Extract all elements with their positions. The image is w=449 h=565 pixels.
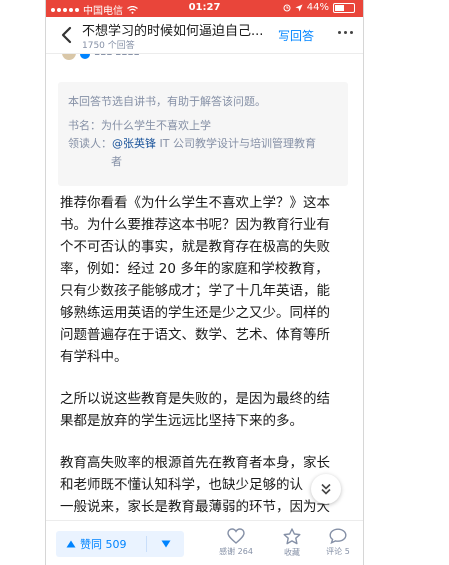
text-line: 够熟练运用英语的学生还是少之又少。同样的 bbox=[60, 305, 330, 321]
thanks-button[interactable]: 感谢 264 bbox=[216, 528, 256, 557]
downvote-button[interactable] bbox=[152, 531, 180, 557]
text-line: 率，例如：经过 20 多年的家庭和学校教育， bbox=[60, 261, 329, 277]
bottom-action-bar: 赞同 509 感谢 264 收藏 评论 5 bbox=[46, 520, 363, 565]
back-arrow-icon[interactable] bbox=[60, 26, 74, 44]
text-line: 推荐你看看《为什么学生不喜欢上学？》这本 bbox=[60, 195, 330, 211]
heart-icon bbox=[227, 528, 245, 544]
upvote-label: 赞同 509 bbox=[80, 538, 127, 551]
scroll-down-button[interactable] bbox=[311, 474, 341, 504]
excerpt-intro: 本回答节选自讲书，有助于解答该问题。 bbox=[68, 95, 266, 108]
status-bar: 中国电信 01:27 44% bbox=[46, 0, 363, 17]
battery-percent: 44% bbox=[306, 2, 329, 13]
paragraph-1: 推荐你看看《为什么学生不喜欢上学？》这本 书。为什么要推荐这本书呢？因为教育行业… bbox=[60, 192, 355, 368]
answer-content: 推荐你看看《为什么学生不喜欢上学？》这本 书。为什么要推荐这本书呢？因为教育行业… bbox=[60, 192, 355, 518]
text-line: 问题普遍存在于语文、数学、艺术、体育等所 bbox=[60, 327, 330, 343]
triangle-up-icon bbox=[66, 540, 76, 548]
battery-fill bbox=[335, 4, 344, 11]
more-options-icon[interactable] bbox=[338, 31, 353, 34]
text-line: 只有少数孩子能够成才；学了十几年英语，能 bbox=[60, 283, 330, 299]
battery-icon bbox=[333, 2, 355, 13]
triangle-down-icon bbox=[161, 540, 171, 548]
nav-bar: 不想学习的时候如何逼迫自己... 1750 个回答 写回答 bbox=[46, 17, 363, 54]
text-line: 个不可否认的事实，就是教育存在极高的失败 bbox=[60, 239, 330, 255]
answer-count: 1750 个回答 bbox=[82, 41, 135, 51]
status-right: 44% bbox=[283, 2, 355, 13]
thanks-label: 感谢 264 bbox=[219, 547, 253, 556]
text-line: 之所以说这些教育是失败的，是因为最终的结 bbox=[60, 391, 330, 407]
author-info-cropped: ▪▪▪ ▪▪▪▪ bbox=[94, 54, 140, 58]
reader-label: 领读人： bbox=[68, 137, 112, 150]
text-line: 果都是放弃的学生远远比坚持下来的多。 bbox=[60, 413, 303, 429]
vote-divider bbox=[146, 536, 147, 552]
verified-badge-icon bbox=[80, 54, 90, 59]
author-row-partial: ▪▪▪ ▪▪▪▪ bbox=[62, 54, 182, 62]
collect-label: 收藏 bbox=[284, 548, 300, 557]
comment-bubble-icon bbox=[329, 528, 347, 544]
right-border bbox=[363, 0, 364, 565]
book-title: 书名：为什么学生不喜欢上学 bbox=[68, 119, 211, 132]
location-icon bbox=[295, 4, 303, 11]
comment-label: 评论 5 bbox=[326, 547, 350, 556]
double-chevron-down-icon bbox=[321, 483, 331, 495]
reader-title: IT 公司教学设计与培训管理教育 bbox=[156, 137, 316, 150]
phone-screen: 中国电信 01:27 44% 不想学习的时候如何逼迫自己... 1750 个回答… bbox=[46, 0, 363, 565]
star-icon bbox=[283, 528, 301, 545]
reader-link[interactable]: @张英锋 bbox=[112, 137, 156, 150]
question-title[interactable]: 不想学习的时候如何逼迫自己... bbox=[82, 20, 272, 39]
text-line: 有学科中。 bbox=[60, 349, 128, 365]
reader-line: 领读人：@张英锋 IT 公司教学设计与培训管理教育 bbox=[68, 135, 316, 151]
vote-group: 赞同 509 bbox=[56, 531, 184, 557]
comment-button[interactable]: 评论 5 bbox=[318, 528, 358, 557]
write-answer-button[interactable]: 写回答 bbox=[278, 27, 314, 44]
excerpt-source-box: 本回答节选自讲书，有助于解答该问题。 书名：为什么学生不喜欢上学 领读人：@张英… bbox=[58, 82, 348, 186]
reader-title-continued: 者 bbox=[111, 155, 122, 168]
text-line: 一般说来，家长是教育最薄弱的环节，因为大 bbox=[60, 499, 330, 515]
alarm-icon bbox=[283, 4, 291, 11]
avatar[interactable] bbox=[62, 54, 76, 60]
paragraph-2: 之所以说这些教育是失败的，是因为最终的结 果都是放弃的学生远远比坚持下来的多。 bbox=[60, 388, 355, 432]
upvote-button[interactable]: 赞同 509 bbox=[56, 531, 146, 557]
text-line: 教育高失败率的根源首先在教育者本身，家长 bbox=[60, 455, 330, 471]
collect-button[interactable]: 收藏 bbox=[272, 528, 312, 558]
text-line: 书。为什么要推荐这本书呢？因为教育行业有 bbox=[60, 217, 330, 233]
